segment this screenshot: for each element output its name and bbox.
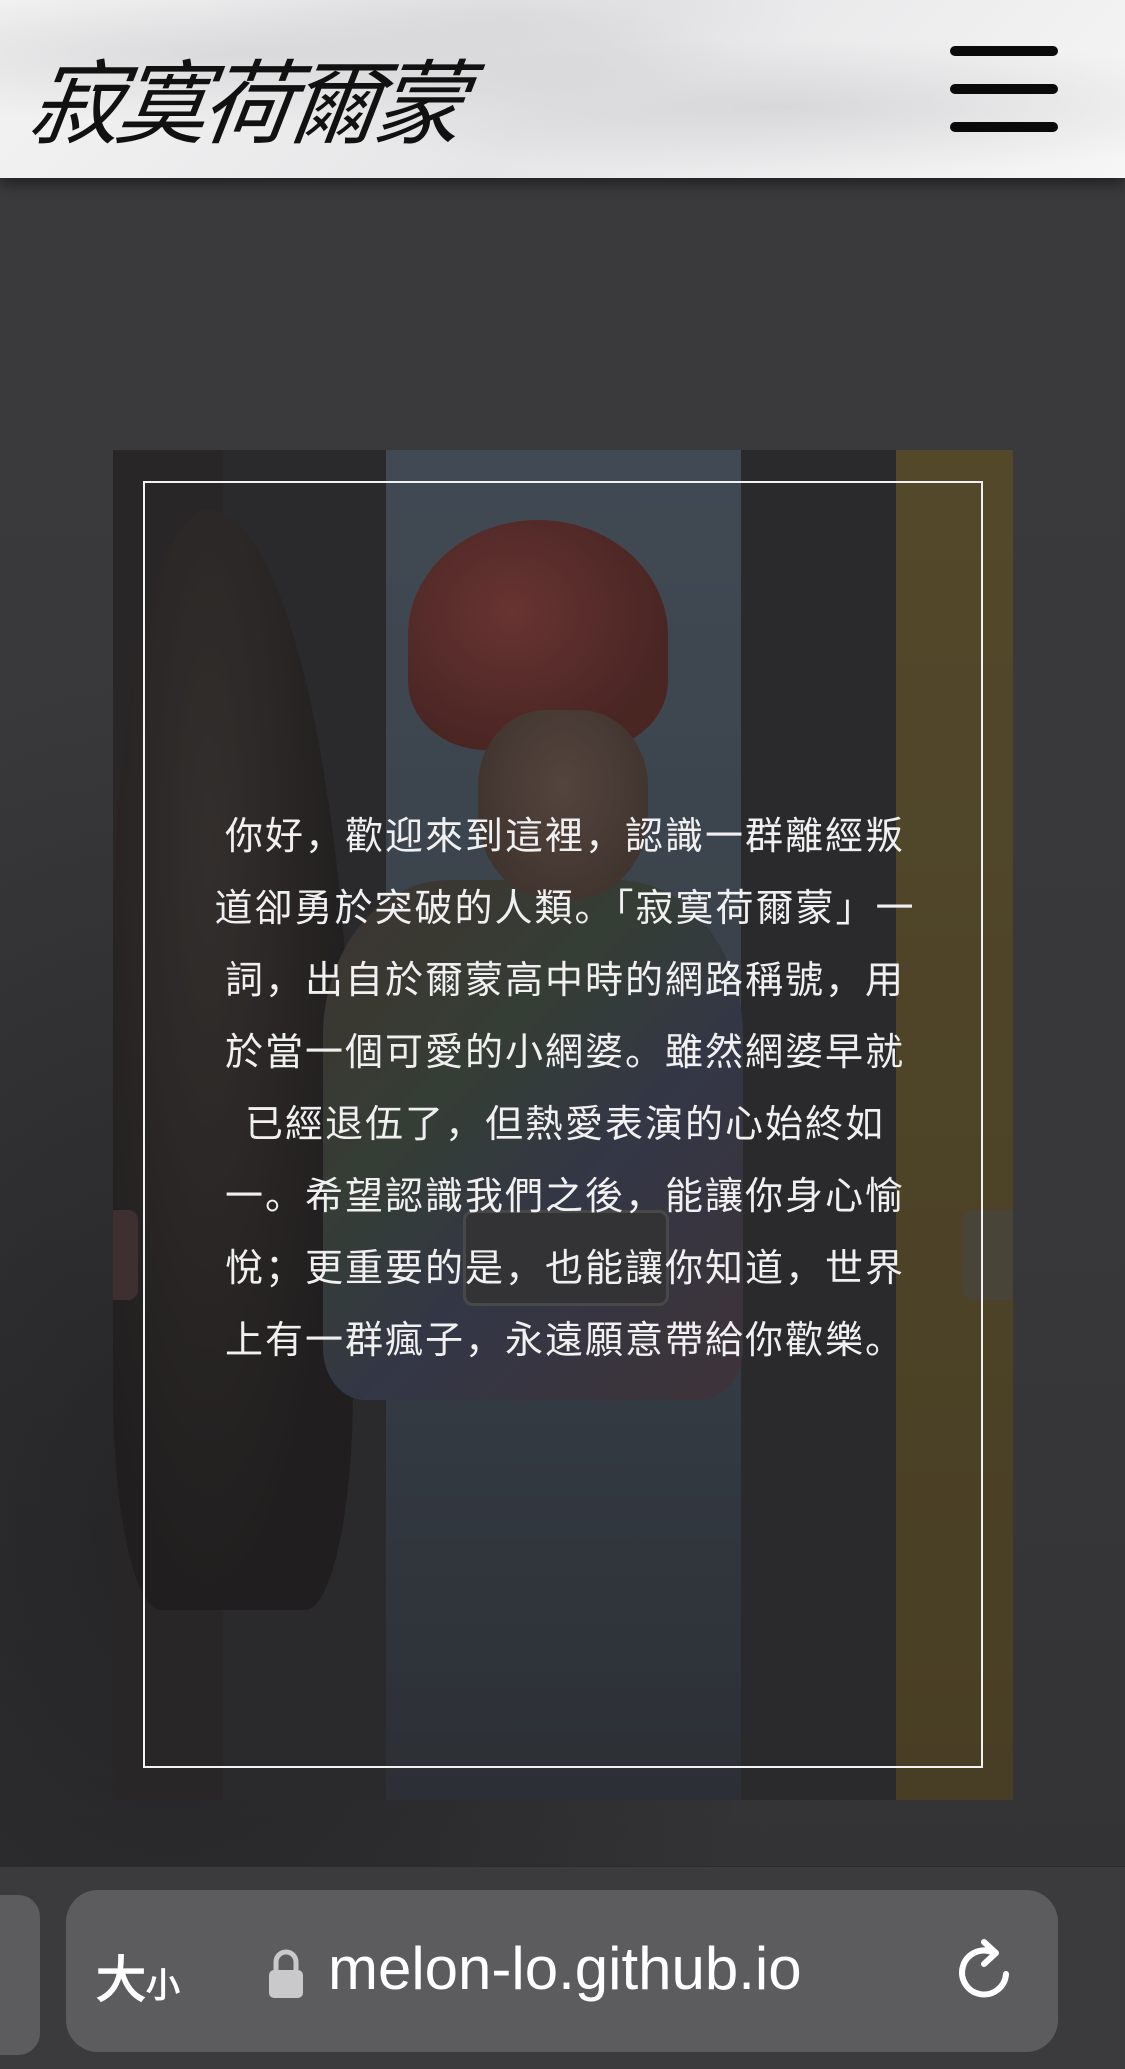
menu-bar-bottom	[950, 122, 1058, 132]
logo-text: 寂寞荷爾蒙	[23, 51, 469, 158]
lock-icon	[269, 1949, 303, 1998]
menu-bar-top	[950, 46, 1058, 56]
text-size-big-label: 大	[96, 1951, 146, 2009]
menu-bar-middle	[950, 84, 1058, 94]
site-logo[interactable]: 寂寞荷爾蒙	[23, 30, 468, 200]
text-size-button[interactable]: 大小	[96, 1940, 180, 2012]
text-size-small-label: 小	[146, 1966, 180, 2006]
reload-icon[interactable]	[954, 1936, 1020, 2006]
browser-toolbar: 大小 melon-lo.github.io	[0, 1866, 1125, 2069]
address-bar[interactable]: 大小 melon-lo.github.io	[66, 1890, 1058, 2052]
url-text: melon-lo.github.io	[328, 1935, 802, 2002]
site-header: 寂寞荷爾蒙	[0, 0, 1125, 178]
intro-text: 你好，歡迎來到這裡，認識一群離經叛道卻勇於突破的人類。「寂寞荷爾蒙」一詞，出自於…	[214, 814, 916, 1362]
hamburger-menu-icon[interactable]	[950, 46, 1058, 132]
previous-tab-stub[interactable]	[0, 1895, 40, 2055]
